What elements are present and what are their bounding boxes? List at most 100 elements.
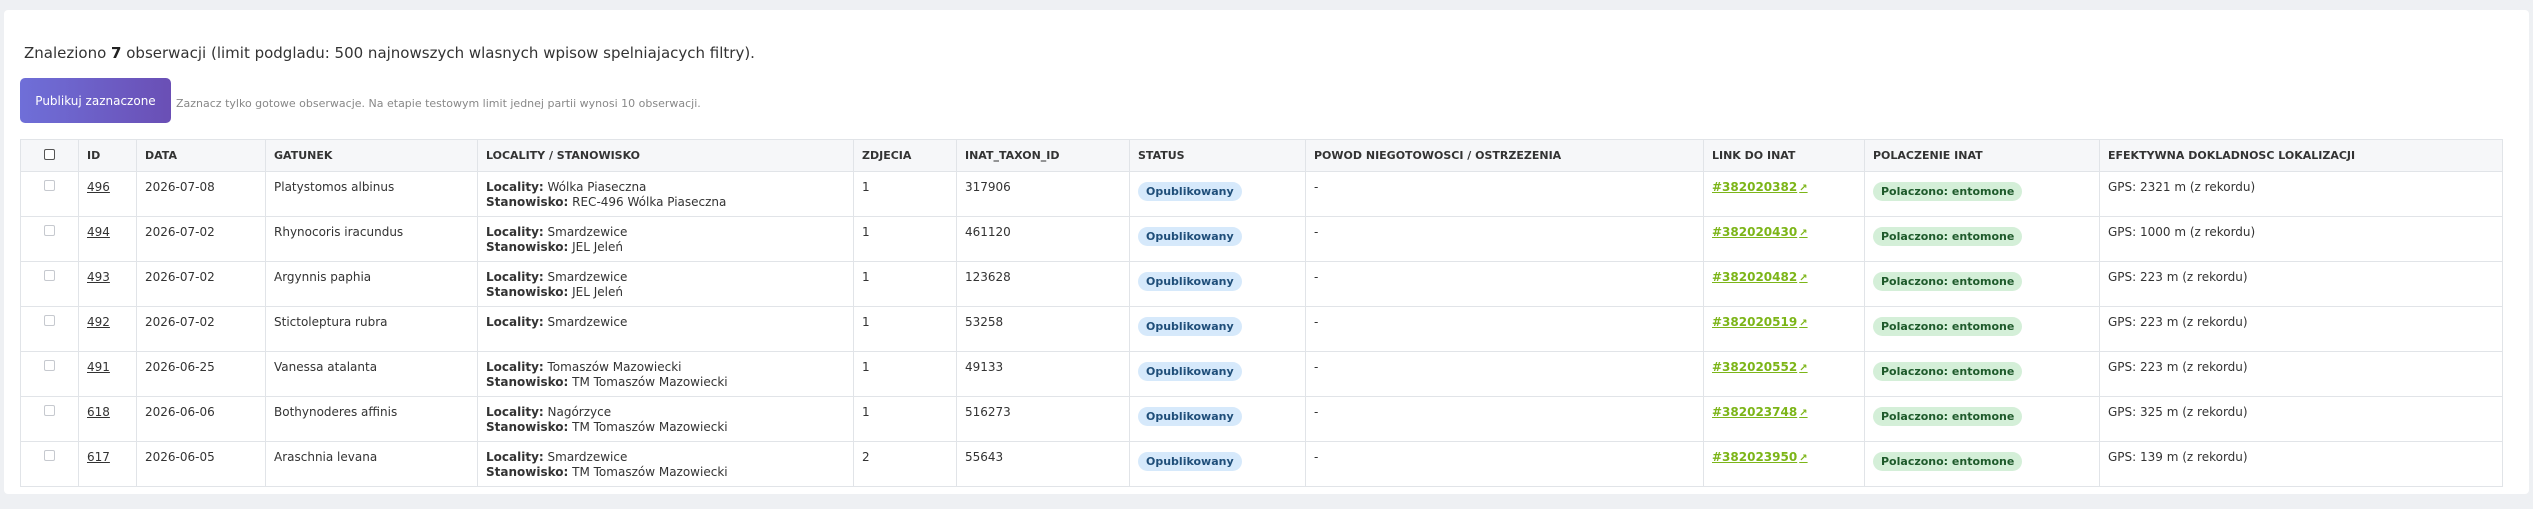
observation-id-link[interactable]: 618 xyxy=(87,405,110,419)
inat-observation-link[interactable]: #382020519 ↗ xyxy=(1712,315,1808,329)
inat-link-cell: #382020552 ↗ xyxy=(1703,351,1865,397)
external-link-icon: ↗ xyxy=(1799,273,1808,284)
header-date[interactable]: DATA xyxy=(136,139,266,172)
species-cell: Argynnis paphia xyxy=(265,261,478,307)
id-cell: 494 xyxy=(78,216,137,262)
reason-cell: - xyxy=(1305,261,1704,307)
header-reason[interactable]: POWOD NIEGOTOWOSCI / OSTRZEZENIA xyxy=(1305,139,1704,172)
accuracy-cell: GPS: 325 m (z rekordu) xyxy=(2099,396,2503,442)
table-row: 496 2026-07-08 Platystomos albinus Locality… xyxy=(20,171,2503,217)
publish-hint: Zaznacz tylko gotowe obserwacje. Na etap… xyxy=(176,97,701,110)
taxon-id-cell: 516273 xyxy=(956,396,1130,442)
table-header-row: ID DATA GATUNEK LOCALITY / STANOWISKO ZD… xyxy=(20,139,2503,172)
locality-value: Smardzewice xyxy=(547,270,628,284)
header-taxon-id[interactable]: INAT_TAXON_ID xyxy=(956,139,1130,172)
date-cell: 2026-07-02 xyxy=(136,261,266,307)
header-locality[interactable]: LOCALITY / STANOWISKO xyxy=(477,139,854,172)
observation-id-link[interactable]: 494 xyxy=(87,225,110,239)
stanowisko-label: Stanowisko: xyxy=(486,465,569,479)
connection-badge: Polaczono: entomone xyxy=(1873,317,2023,336)
stanowisko-label: Stanowisko: xyxy=(486,285,569,299)
taxon-id-cell: 317906 xyxy=(956,171,1130,217)
locality-label: Locality: xyxy=(486,315,544,329)
stanowisko-value: TM Tomaszów Mazowiecki xyxy=(572,465,728,479)
row-checkbox[interactable] xyxy=(44,360,55,371)
observation-id-link[interactable]: 496 xyxy=(87,180,110,194)
external-link-icon: ↗ xyxy=(1799,183,1808,194)
status-badge: Opublikowany xyxy=(1138,317,1242,336)
stanowisko-line: Stanowisko: JEL Jeleń xyxy=(486,285,845,300)
inat-link-cell: #382020519 ↗ xyxy=(1703,306,1865,352)
locality-cell: Locality: Wólka Piaseczna Stanowisko: REC… xyxy=(477,171,854,217)
date-cell: 2026-07-02 xyxy=(136,306,266,352)
photos-cell: 1 xyxy=(853,396,957,442)
id-cell: 493 xyxy=(78,261,137,307)
table-row: 492 2026-07-02 Stictoleptura rubra Locality… xyxy=(20,306,2503,352)
connection-cell: Polaczono: entomone xyxy=(1864,216,2100,262)
stanowisko-label: Stanowisko: xyxy=(486,375,569,389)
inat-observation-link[interactable]: #382020430 ↗ xyxy=(1712,225,1808,239)
inat-link-text: #382023950 xyxy=(1712,450,1798,464)
row-checkbox-cell[interactable] xyxy=(20,306,79,352)
header-status[interactable]: STATUS xyxy=(1129,139,1306,172)
locality-line: Locality: Smardzewice xyxy=(486,270,845,285)
stanowisko-value: TM Tomaszów Mazowiecki xyxy=(572,375,728,389)
stanowisko-value: TM Tomaszów Mazowiecki xyxy=(572,420,728,434)
inat-link-cell: #382020382 ↗ xyxy=(1703,171,1865,217)
taxon-id-cell: 123628 xyxy=(956,261,1130,307)
header-inat-connection[interactable]: POLACZENIE INAT xyxy=(1864,139,2100,172)
status-badge: Opublikowany xyxy=(1138,452,1242,471)
select-all-checkbox[interactable] xyxy=(44,148,55,160)
row-checkbox-cell[interactable] xyxy=(20,216,79,262)
row-checkbox[interactable] xyxy=(44,450,55,461)
status-cell: Opublikowany xyxy=(1129,261,1306,307)
inat-observation-link[interactable]: #382020382 ↗ xyxy=(1712,180,1808,194)
inat-link-cell: #382020482 ↗ xyxy=(1703,261,1865,307)
inat-observation-link[interactable]: #382023950 ↗ xyxy=(1712,450,1808,464)
observation-id-link[interactable]: 493 xyxy=(87,270,110,284)
connection-cell: Polaczono: entomone xyxy=(1864,306,2100,352)
row-checkbox-cell[interactable] xyxy=(20,441,79,487)
header-accuracy[interactable]: EFEKTYWNA DOKLADNOSC LOKALIZACJI xyxy=(2099,139,2503,172)
inat-observation-link[interactable]: #382020552 ↗ xyxy=(1712,360,1808,374)
connection-cell: Polaczono: entomone xyxy=(1864,171,2100,217)
observation-id-link[interactable]: 491 xyxy=(87,360,110,374)
row-checkbox[interactable] xyxy=(44,270,55,281)
header-id[interactable]: ID xyxy=(78,139,137,172)
inat-link-cell: #382023748 ↗ xyxy=(1703,396,1865,442)
inat-link-text: #382020430 xyxy=(1712,225,1798,239)
row-checkbox[interactable] xyxy=(44,180,55,191)
select-all-checkbox-cell[interactable] xyxy=(20,139,79,172)
row-checkbox-cell[interactable] xyxy=(20,171,79,217)
observation-id-link[interactable]: 617 xyxy=(87,450,110,464)
id-cell: 491 xyxy=(78,351,137,397)
stanowisko-value: REC-496 Wólka Piaseczna xyxy=(572,195,727,209)
row-checkbox[interactable] xyxy=(44,315,55,326)
date-cell: 2026-07-08 xyxy=(136,171,266,217)
status-badge: Opublikowany xyxy=(1138,227,1242,246)
reason-cell: - xyxy=(1305,171,1704,217)
stanowisko-value: JEL Jeleń xyxy=(572,240,624,254)
inat-link-cell: #382023950 ↗ xyxy=(1703,441,1865,487)
status-cell: Opublikowany xyxy=(1129,441,1306,487)
locality-label: Locality: xyxy=(486,270,544,284)
locality-line: Locality: Smardzewice xyxy=(486,315,845,330)
date-cell: 2026-06-06 xyxy=(136,396,266,442)
publish-selected-button[interactable]: Publikuj zaznaczone xyxy=(20,78,171,123)
row-checkbox[interactable] xyxy=(44,405,55,416)
header-species[interactable]: GATUNEK xyxy=(265,139,478,172)
row-checkbox[interactable] xyxy=(44,225,55,236)
status-cell: Opublikowany xyxy=(1129,171,1306,217)
observation-id-link[interactable]: 492 xyxy=(87,315,110,329)
row-checkbox-cell[interactable] xyxy=(20,351,79,397)
inat-observation-link[interactable]: #382020482 ↗ xyxy=(1712,270,1808,284)
taxon-id-cell: 55643 xyxy=(956,441,1130,487)
header-photos[interactable]: ZDJECIA xyxy=(853,139,957,172)
inat-observation-link[interactable]: #382023748 ↗ xyxy=(1712,405,1808,419)
row-checkbox-cell[interactable] xyxy=(20,396,79,442)
stanowisko-label: Stanowisko: xyxy=(486,420,569,434)
header-inat-link[interactable]: LINK DO INAT xyxy=(1703,139,1865,172)
row-checkbox-cell[interactable] xyxy=(20,261,79,307)
taxon-id-cell: 49133 xyxy=(956,351,1130,397)
reason-cell: - xyxy=(1305,351,1704,397)
